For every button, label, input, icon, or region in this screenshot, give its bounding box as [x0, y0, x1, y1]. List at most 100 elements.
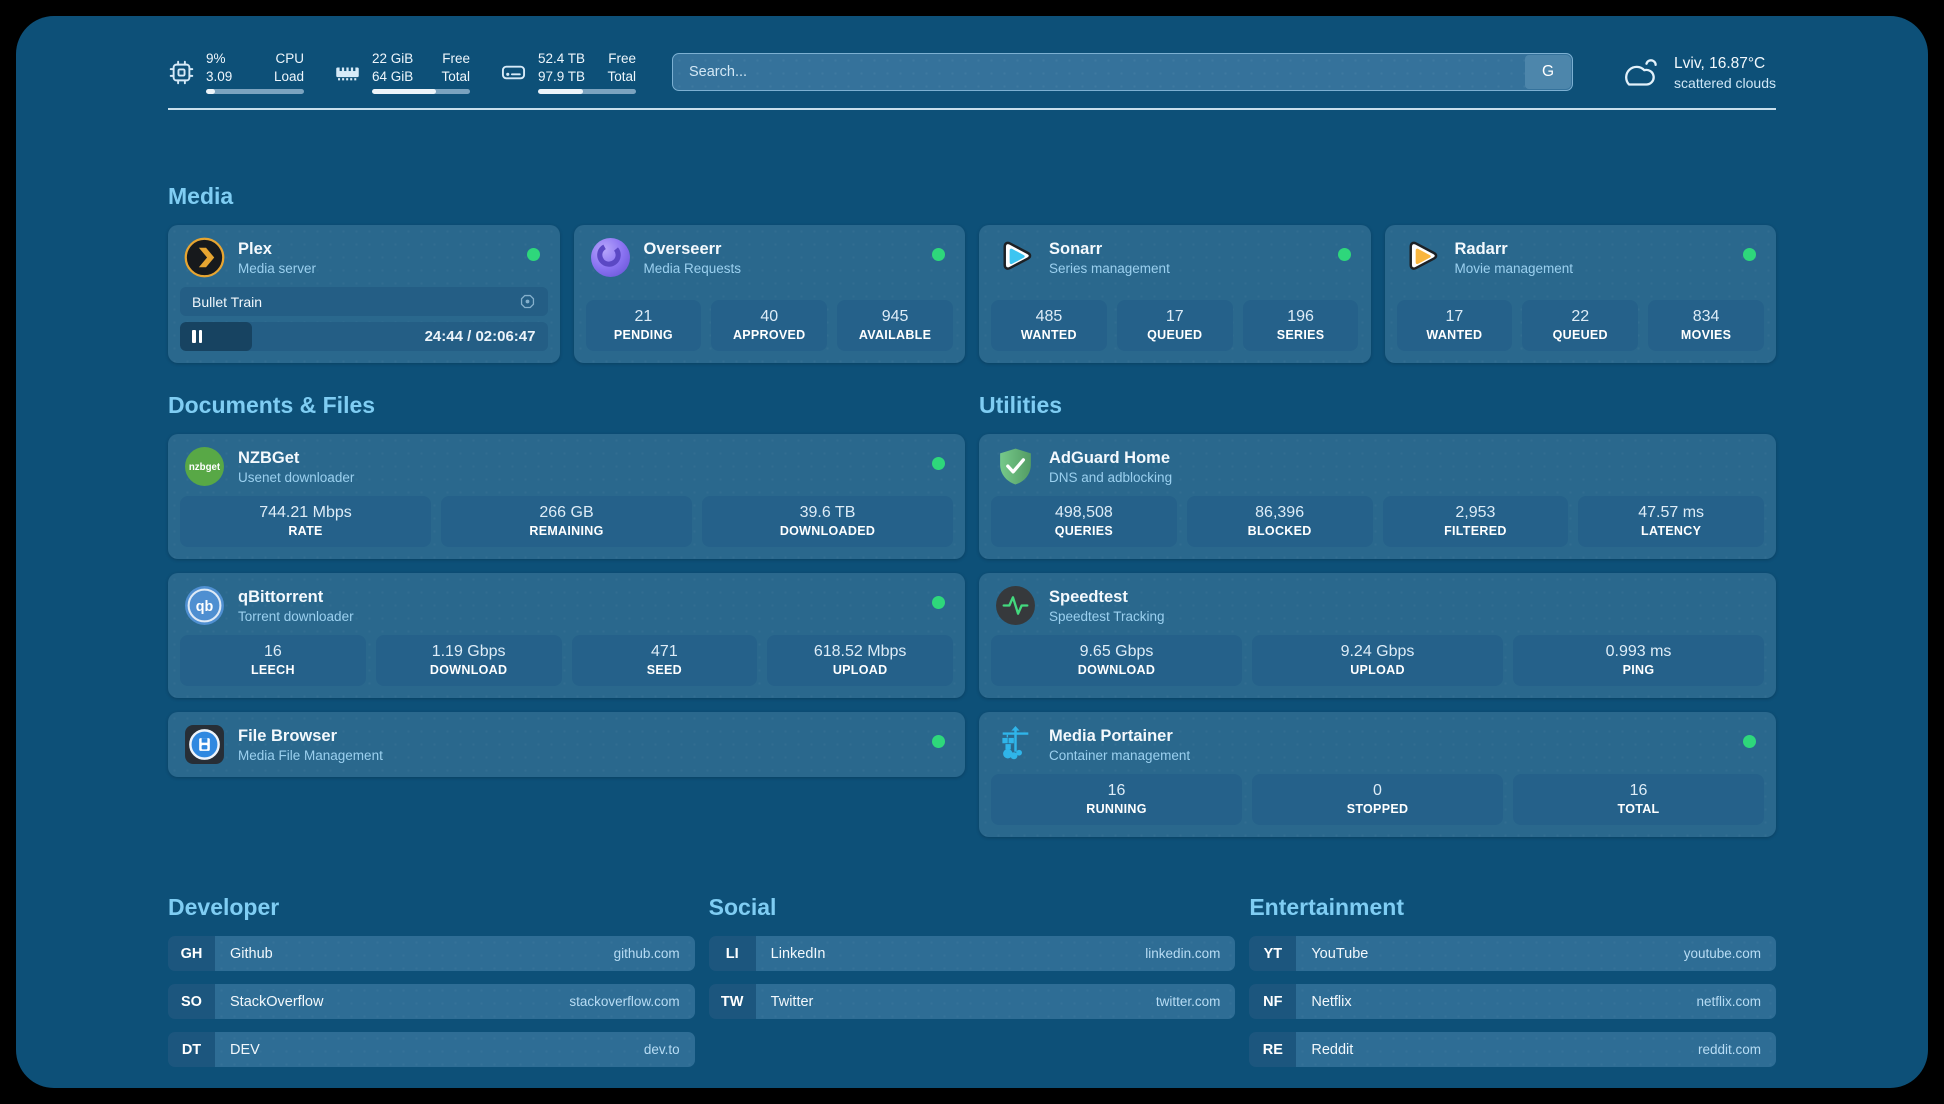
link-stackoverflow[interactable]: SO StackOverflowstackoverflow.com: [168, 984, 695, 1019]
app-title: Speedtest: [1049, 587, 1165, 608]
top-bar: 9%CPU 3.09Load 22 GiBFree 64 GiBTotal: [168, 16, 1776, 94]
cpu-icon: [168, 59, 195, 86]
stat-tile: 485WANTED: [991, 300, 1107, 351]
utilities-section-title: Utilities: [979, 391, 1776, 420]
overseerr-card[interactable]: Overseerr Media Requests 21PENDING 40APP…: [574, 225, 966, 363]
link-abbr: DT: [168, 1032, 215, 1067]
developer-links: Developer GH Githubgithub.com SO StackOv…: [168, 893, 695, 1067]
sonarr-card[interactable]: Sonarr Series management 485WANTED 17QUE…: [979, 225, 1371, 363]
stat-tile: 945AVAILABLE: [837, 300, 953, 351]
link-name: LinkedIn: [771, 946, 826, 962]
cloud-icon: [1617, 54, 1661, 91]
stat-tile: 498,508QUERIES: [991, 496, 1177, 547]
link-name: Netflix: [1311, 994, 1351, 1010]
link-url: github.com: [614, 946, 680, 961]
app-subtitle: Movie management: [1455, 260, 1574, 277]
app-subtitle: Media server: [238, 260, 316, 277]
plex-card[interactable]: Plex Media server Bullet Train: [168, 225, 560, 363]
weather-widget: Lviv, 16.87°C scattered clouds: [1617, 53, 1776, 92]
status-dot: [932, 248, 945, 261]
app-subtitle: Speedtest Tracking: [1049, 608, 1165, 625]
google-search-button[interactable]: G: [1525, 55, 1571, 89]
app-subtitle: Media File Management: [238, 747, 383, 764]
pause-button[interactable]: [192, 330, 202, 343]
link-name: DEV: [230, 1042, 260, 1058]
topbar-divider: [168, 108, 1776, 110]
adguard-icon: [995, 446, 1036, 487]
link-abbr: SO: [168, 984, 215, 1019]
link-name: YouTube: [1311, 946, 1368, 962]
link-url: youtube.com: [1684, 946, 1761, 961]
speedtest-icon: [995, 585, 1036, 626]
search-bar: G: [672, 53, 1573, 91]
stat-tile: 16TOTAL: [1513, 774, 1764, 825]
overseerr-icon: [590, 237, 631, 278]
link-abbr: YT: [1249, 936, 1296, 971]
link-twitter[interactable]: TW Twittertwitter.com: [709, 984, 1236, 1019]
app-title: AdGuard Home: [1049, 448, 1172, 469]
link-youtube[interactable]: YT YouTube youtube.com: [1249, 936, 1776, 971]
memory-icon: [334, 59, 361, 86]
app-title: Plex: [238, 239, 316, 260]
memory-label-1: Free: [442, 50, 470, 68]
link-netflix[interactable]: NF Netflixnetflix.com: [1249, 984, 1776, 1019]
link-url: stackoverflow.com: [569, 994, 679, 1009]
link-reddit[interactable]: RE Redditreddit.com: [1249, 1032, 1776, 1067]
app-title: NZBGet: [238, 448, 354, 469]
nzbget-card[interactable]: nzbget NZBGet Usenet downloader 744.21 M…: [168, 434, 965, 559]
now-playing-title: Bullet Train: [192, 294, 262, 310]
radarr-card[interactable]: Radarr Movie management 17WANTED 22QUEUE…: [1385, 225, 1777, 363]
qbittorrent-icon: qb: [184, 585, 225, 626]
session-camera-icon[interactable]: [519, 293, 536, 310]
memory-free: 22 GiB: [372, 50, 413, 68]
disk-label-2: Total: [607, 68, 636, 86]
link-linkedin[interactable]: LI LinkedInlinkedin.com: [709, 936, 1236, 971]
disk-icon: [500, 59, 527, 86]
link-name: Reddit: [1311, 1042, 1353, 1058]
link-github[interactable]: GH Githubgithub.com: [168, 936, 695, 971]
cpu-label-2: Load: [274, 68, 304, 86]
link-url: dev.to: [644, 1042, 680, 1057]
sonarr-icon: [995, 237, 1036, 278]
social-section-title: Social: [709, 893, 1236, 922]
status-dot: [932, 735, 945, 748]
app-title: Overseerr: [644, 239, 742, 260]
status-dot: [1743, 248, 1756, 261]
portainer-icon: [995, 724, 1036, 765]
radarr-icon: [1401, 237, 1442, 278]
filebrowser-card[interactable]: File Browser Media File Management: [168, 712, 965, 777]
speedtest-card[interactable]: Speedtest Speedtest Tracking 9.65 GbpsDO…: [979, 573, 1776, 698]
cpu-usage: 9%: [206, 50, 226, 68]
status-dot: [1338, 248, 1351, 261]
app-subtitle: Series management: [1049, 260, 1170, 277]
link-url: netflix.com: [1696, 994, 1761, 1009]
app-title: Sonarr: [1049, 239, 1170, 260]
status-dot: [1743, 735, 1756, 748]
cpu-load: 3.09: [206, 68, 232, 86]
disk-label-1: Free: [608, 50, 636, 68]
playback-progress: [180, 322, 252, 351]
nzbget-icon: nzbget: [184, 446, 225, 487]
weather-location-temp: Lviv, 16.87°C: [1674, 53, 1776, 74]
stat-tile: 39.6 TBDOWNLOADED: [702, 496, 953, 547]
app-title: Radarr: [1455, 239, 1574, 260]
disk-progress-bar: [538, 89, 636, 94]
link-name: Github: [230, 946, 273, 962]
stat-tile: 17QUEUED: [1117, 300, 1233, 351]
disk-stat: 52.4 TBFree 97.9 TBTotal: [500, 50, 636, 94]
link-abbr: TW: [709, 984, 756, 1019]
disk-total: 97.9 TB: [538, 68, 585, 86]
portainer-card[interactable]: Media Portainer Container management 16R…: [979, 712, 1776, 837]
svg-text:qb: qb: [196, 599, 214, 615]
qbittorrent-card[interactable]: qb qBittorrent Torrent downloader 16LEEC…: [168, 573, 965, 698]
app-title: qBittorrent: [238, 587, 354, 608]
stat-tile: 266 GBREMAINING: [441, 496, 692, 547]
stat-tile: 0.993 msPING: [1513, 635, 1764, 686]
adguard-card[interactable]: AdGuard Home DNS and adblocking 498,508Q…: [979, 434, 1776, 559]
search-input[interactable]: [672, 53, 1573, 91]
link-dev[interactable]: DT DEV dev.to: [168, 1032, 695, 1067]
svg-text:nzbget: nzbget: [189, 462, 221, 473]
link-url: reddit.com: [1698, 1042, 1761, 1057]
stat-tile: 0STOPPED: [1252, 774, 1503, 825]
link-abbr: LI: [709, 936, 756, 971]
